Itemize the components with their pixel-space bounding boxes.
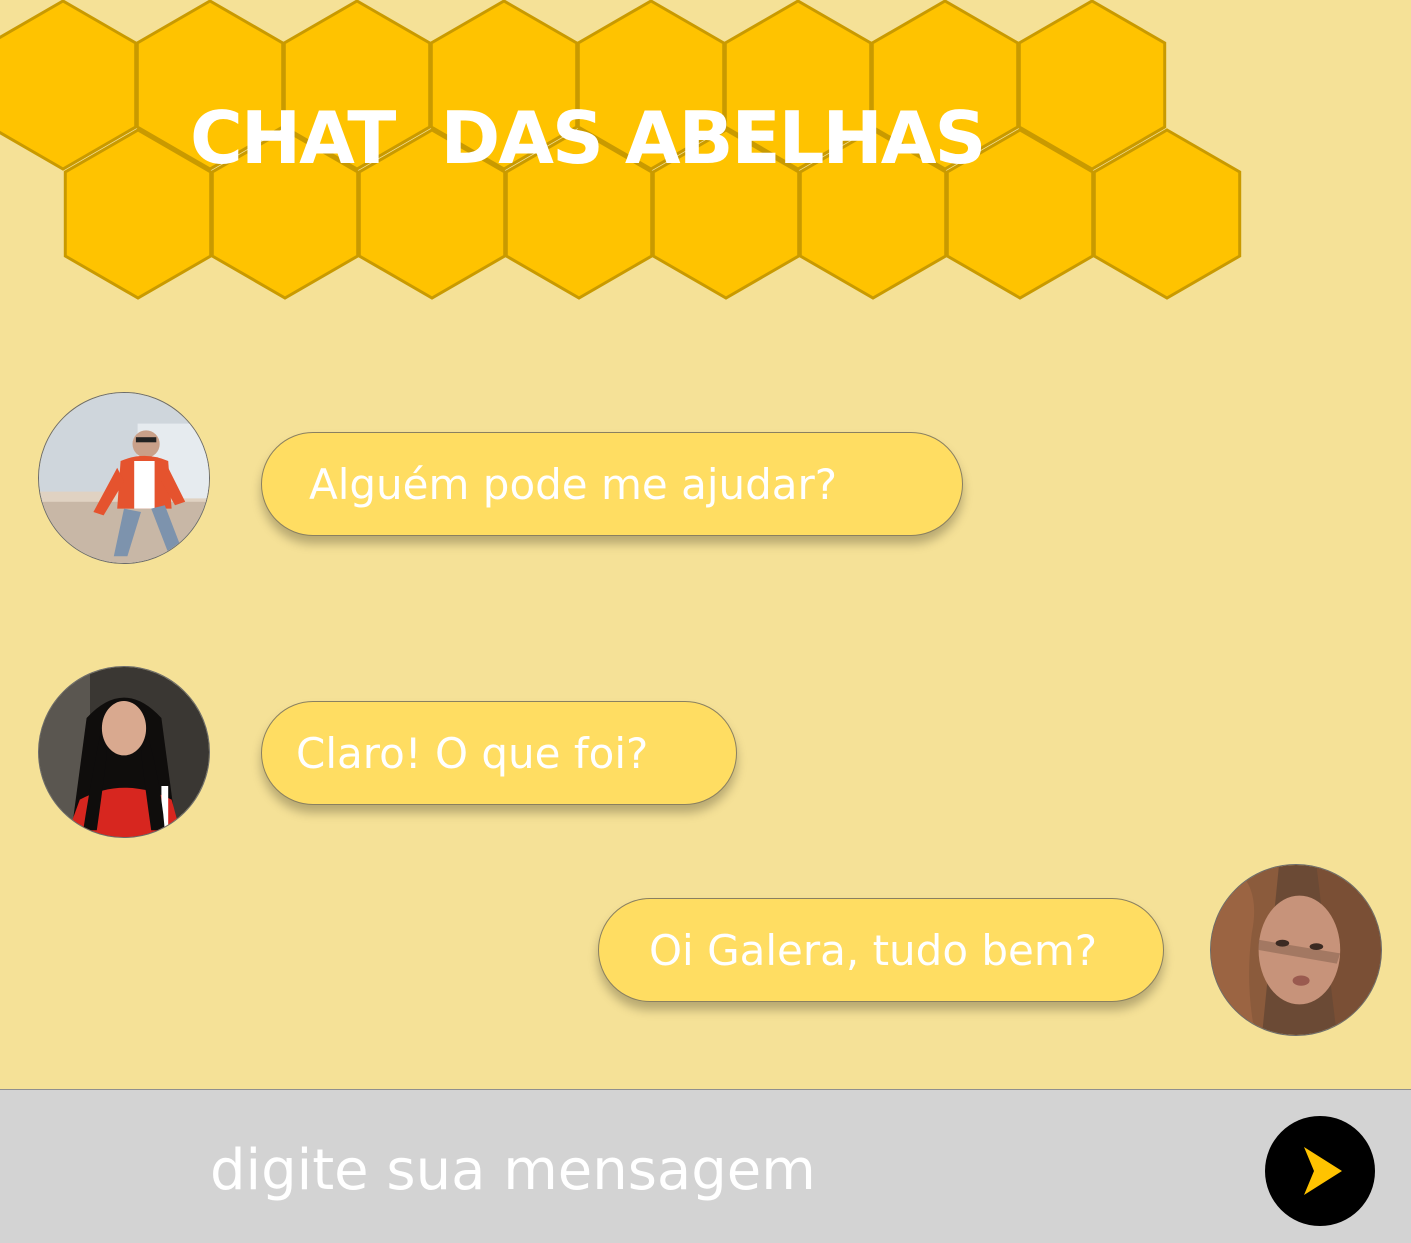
message-bubble-1[interactable]: Alguém pode me ajudar?: [261, 432, 963, 536]
avatar-man[interactable]: [38, 392, 210, 564]
message-input[interactable]: [210, 1130, 1230, 1210]
message-composer: [0, 1089, 1411, 1243]
message-bubble-3[interactable]: Oi Galera, tudo bem?: [598, 898, 1164, 1002]
page-title: CHAT DAS ABELHAS: [190, 96, 986, 180]
message-text: Claro! O que foi?: [296, 728, 649, 778]
message-text: Alguém pode me ajudar?: [309, 459, 838, 509]
send-button[interactable]: [1265, 1116, 1375, 1226]
avatar-woman-dark[interactable]: [38, 666, 210, 838]
avatar-woman-red-hair[interactable]: [1210, 864, 1382, 1036]
woman-red-hair-avatar: [1211, 865, 1381, 1035]
message-bubble-2[interactable]: Claro! O que foi?: [261, 701, 737, 805]
message-text: Oi Galera, tudo bem?: [649, 925, 1098, 975]
woman-dark-hair-avatar: [39, 667, 209, 837]
man-orange-jacket-avatar: [39, 393, 209, 563]
send-arrow-icon: [1304, 1147, 1342, 1195]
